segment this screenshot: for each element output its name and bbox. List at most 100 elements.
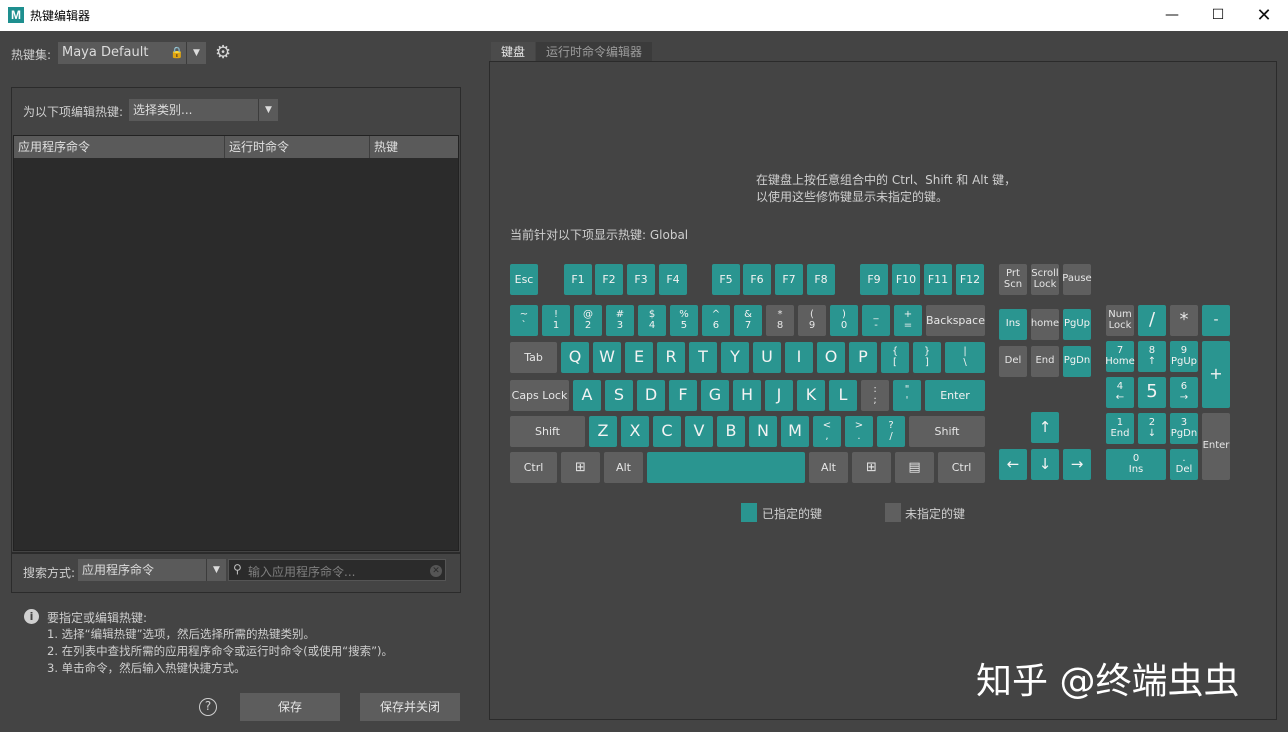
key-)-0[interactable]: )0 <box>830 305 858 336</box>
key-!-1[interactable]: !1 <box>542 305 570 336</box>
help-icon[interactable]: ? <box>199 698 217 716</box>
key-←[interactable]: ← <box>999 449 1027 480</box>
key-enter[interactable]: Enter <box>1202 413 1230 480</box>
key--[interactable]: - <box>1202 305 1230 336</box>
key-ctrl[interactable]: Ctrl <box>938 452 985 483</box>
close-icon[interactable]: ✕ <box>1241 0 1287 31</box>
key-i[interactable]: I <box>785 342 813 373</box>
key-^-6[interactable]: ^6 <box>702 305 730 336</box>
key-n[interactable]: N <box>749 416 777 447</box>
key-x[interactable]: X <box>621 416 649 447</box>
key-o[interactable]: O <box>817 342 845 373</box>
key-6-→[interactable]: 6→ <box>1170 377 1198 408</box>
key-caps-lock[interactable]: Caps Lock <box>510 380 569 411</box>
key-f10[interactable]: F10 <box>892 264 920 295</box>
column-header-runtime-command[interactable]: 运行时命令 <box>225 136 370 158</box>
key-f2[interactable]: F2 <box>595 264 623 295</box>
key-u[interactable]: U <box>753 342 781 373</box>
key-$-4[interactable]: $4 <box>638 305 666 336</box>
key-d[interactable]: D <box>637 380 665 411</box>
key-+-=[interactable]: += <box>894 305 922 336</box>
key-windows[interactable]: ⊞ <box>561 452 600 483</box>
clear-icon[interactable]: ✕ <box>430 565 442 577</box>
key-r[interactable]: R <box>657 342 685 373</box>
key-~-`[interactable]: ~` <box>510 305 538 336</box>
key-f5[interactable]: F5 <box>712 264 740 295</box>
key-f4[interactable]: F4 <box>659 264 687 295</box>
key-a[interactable]: A <box>573 380 601 411</box>
key-b[interactable]: B <box>717 416 745 447</box>
key-t[interactable]: T <box>689 342 717 373</box>
command-table[interactable]: 应用程序命令 运行时命令 热键 <box>13 135 459 551</box>
maximize-icon[interactable]: ☐ <box>1195 0 1241 31</box>
key-@-2[interactable]: @2 <box>574 305 602 336</box>
key-f9[interactable]: F9 <box>860 264 888 295</box>
key-windows[interactable]: ⊞ <box>852 452 891 483</box>
chevron-down-icon[interactable]: ▼ <box>206 559 226 581</box>
key-→[interactable]: → <box>1063 449 1091 480</box>
tab-runtime-command-editor[interactable]: 运行时命令编辑器 <box>536 42 652 62</box>
column-header-hotkey[interactable]: 热键 <box>370 136 458 158</box>
key-pause[interactable]: Pause <box>1063 264 1091 295</box>
hotkey-set-select[interactable]: Maya Default <box>58 42 186 64</box>
key-4-←[interactable]: 4← <box>1106 377 1134 408</box>
key-w[interactable]: W <box>593 342 621 373</box>
key-s[interactable]: S <box>605 380 633 411</box>
key-l[interactable]: L <box>829 380 857 411</box>
save-and-close-button[interactable]: 保存并关闭 <box>360 693 460 721</box>
search-input[interactable]: ⚲ 输入应用程序命令... ✕ <box>228 559 446 581</box>
key-}-][interactable]: }] <box>913 342 941 373</box>
key-h[interactable]: H <box>733 380 761 411</box>
key-f3[interactable]: F3 <box>627 264 655 295</box>
key-pgdn[interactable]: PgDn <box>1063 346 1091 377</box>
key-enter[interactable]: Enter <box>925 380 985 411</box>
key-↑[interactable]: ↑ <box>1031 412 1059 443</box>
key-home[interactable]: home <box>1031 309 1059 340</box>
key-space[interactable] <box>647 452 805 483</box>
key-8-↑[interactable]: 8↑ <box>1138 341 1166 372</box>
key-menu[interactable]: ▤ <box>895 452 934 483</box>
key-j[interactable]: J <box>765 380 793 411</box>
key-f12[interactable]: F12 <box>956 264 984 295</box>
key-shift[interactable]: Shift <box>510 416 585 447</box>
key-2-↓[interactable]: 2↓ <box>1138 413 1166 444</box>
gear-icon[interactable]: ⚙ <box>215 42 231 63</box>
key-(-9[interactable]: (9 <box>798 305 826 336</box>
key-alt[interactable]: Alt <box>604 452 643 483</box>
key-:-;[interactable]: :; <box>861 380 889 411</box>
key-.-del[interactable]: .Del <box>1170 449 1198 480</box>
key-v[interactable]: V <box>685 416 713 447</box>
key-<-,[interactable]: <, <box>813 416 841 447</box>
key-ins[interactable]: Ins <box>999 309 1027 340</box>
key-↓[interactable]: ↓ <box>1031 449 1059 480</box>
key-shift[interactable]: Shift <box>909 416 985 447</box>
key-#-3[interactable]: #3 <box>606 305 634 336</box>
key-ctrl[interactable]: Ctrl <box>510 452 557 483</box>
key-f[interactable]: F <box>669 380 697 411</box>
key->-.[interactable]: >. <box>845 416 873 447</box>
key-&-7[interactable]: &7 <box>734 305 762 336</box>
key-f6[interactable]: F6 <box>743 264 771 295</box>
key-y[interactable]: Y <box>721 342 749 373</box>
key-7-home[interactable]: 7Home <box>1106 341 1134 372</box>
key-f1[interactable]: F1 <box>564 264 592 295</box>
key-f8[interactable]: F8 <box>807 264 835 295</box>
key-backspace[interactable]: Backspace <box>926 305 985 336</box>
category-select[interactable]: 选择类别... <box>129 99 259 121</box>
key-k[interactable]: K <box>797 380 825 411</box>
key-pgup[interactable]: PgUp <box>1063 309 1091 340</box>
key-1-end[interactable]: 1End <box>1106 413 1134 444</box>
key-g[interactable]: G <box>701 380 729 411</box>
column-header-app-command[interactable]: 应用程序命令 <box>14 136 225 158</box>
key-e[interactable]: E <box>625 342 653 373</box>
key-?-/[interactable]: ?/ <box>877 416 905 447</box>
key-|-\[interactable]: |\ <box>945 342 985 373</box>
key-scroll-lock[interactable]: ScrollLock <box>1031 264 1059 295</box>
key-q[interactable]: Q <box>561 342 589 373</box>
key-esc[interactable]: Esc <box>510 264 538 295</box>
chevron-down-icon[interactable]: ▼ <box>186 42 206 64</box>
key-f7[interactable]: F7 <box>775 264 803 295</box>
key-_--[interactable]: _- <box>862 305 890 336</box>
key-tab[interactable]: Tab <box>510 342 557 373</box>
search-mode-select[interactable]: 应用程序命令 <box>78 559 206 581</box>
